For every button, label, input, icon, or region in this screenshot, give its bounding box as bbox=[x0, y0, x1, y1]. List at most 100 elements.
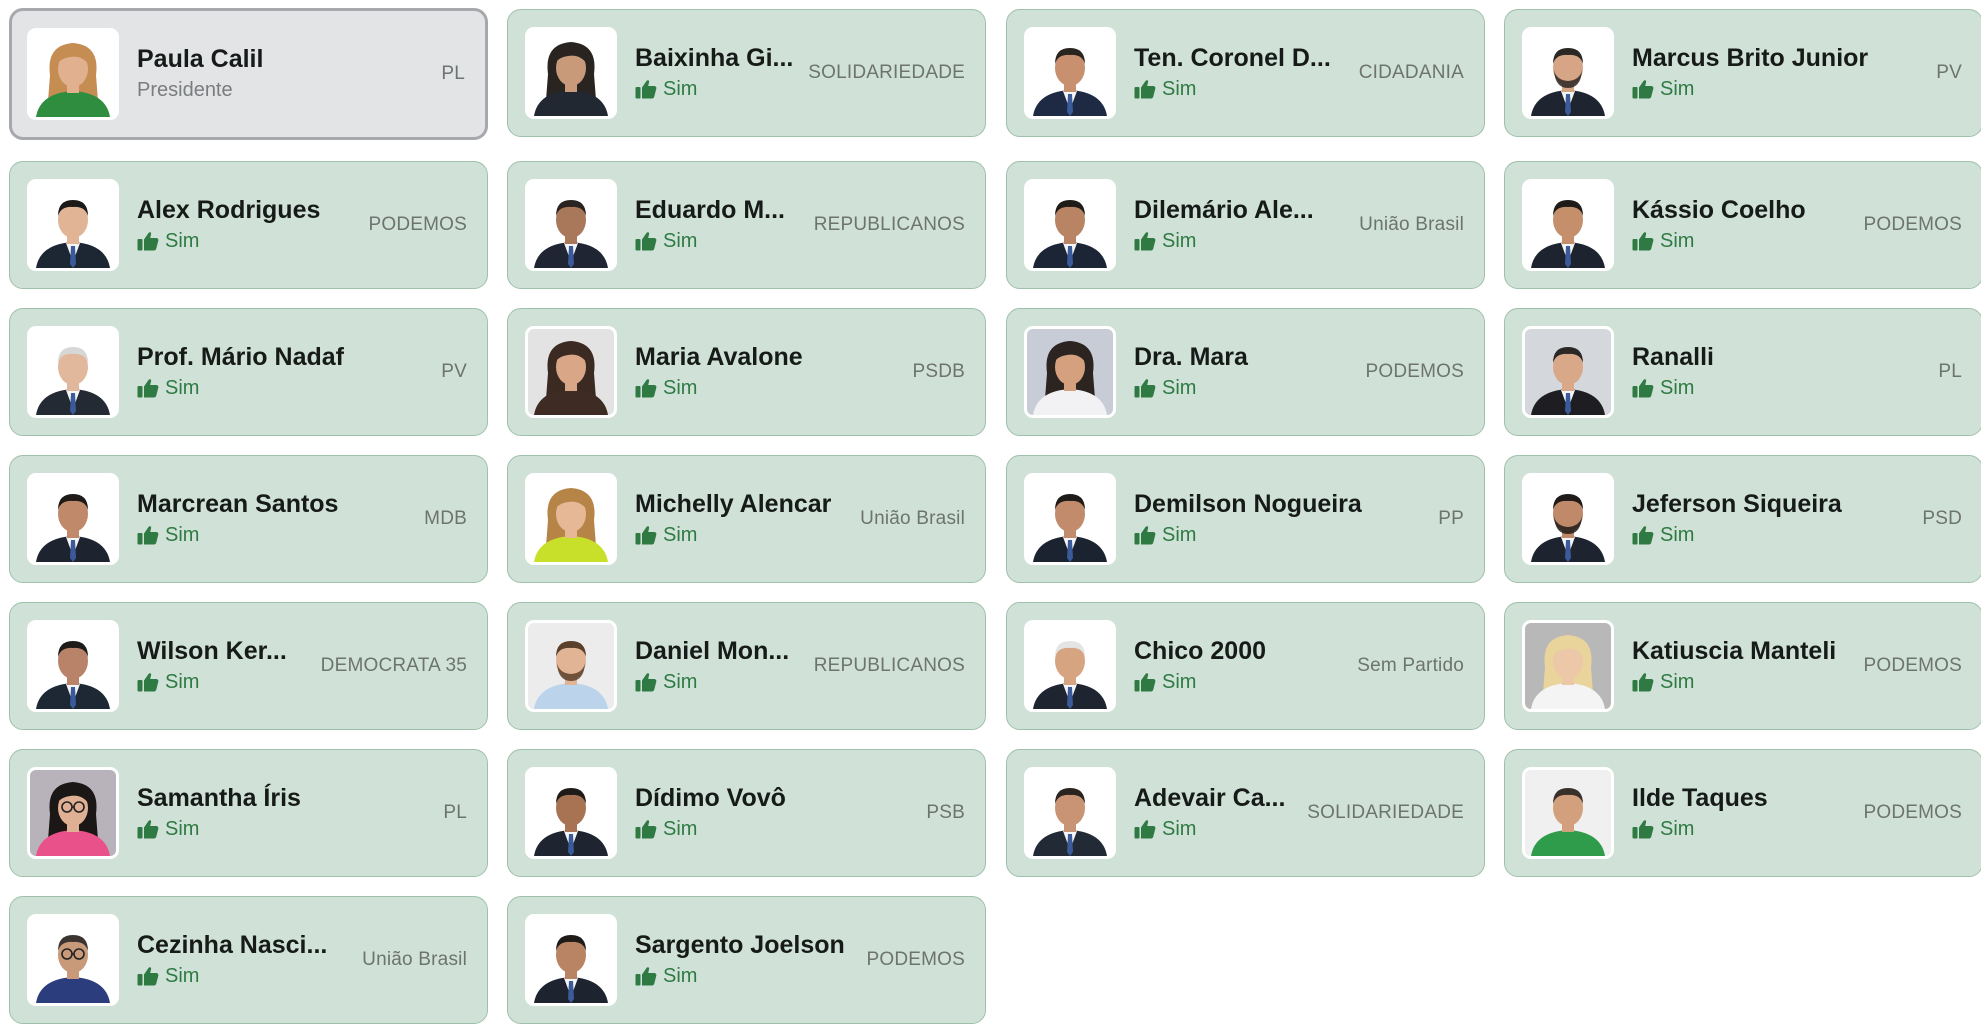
vote-status: Sim bbox=[137, 227, 360, 255]
member-info: Wilson Ker... Sim bbox=[137, 636, 313, 696]
member-info: Samantha Íris Sim bbox=[137, 783, 435, 843]
member-card[interactable]: Dídimo Vovô Sim PSB bbox=[507, 749, 986, 877]
member-name: Wilson Ker... bbox=[137, 637, 287, 665]
member-info: Adevair Ca... Sim bbox=[1134, 783, 1299, 843]
member-card[interactable]: Jeferson Siqueira Sim PSD bbox=[1504, 455, 1981, 583]
thumbs-up-icon bbox=[1134, 672, 1156, 692]
member-card[interactable]: Dra. Mara Sim PODEMOS bbox=[1006, 308, 1485, 436]
vote-status: Sim bbox=[635, 227, 806, 255]
member-party: PODEMOS bbox=[1863, 214, 1962, 235]
vote-label: Sim bbox=[1660, 818, 1695, 840]
vote-label: Sim bbox=[1660, 377, 1695, 399]
vote-label: Sim bbox=[663, 230, 698, 252]
member-card[interactable]: Ranalli Sim PL bbox=[1504, 308, 1981, 436]
member-info: Ilde Taques Sim bbox=[1632, 783, 1855, 843]
member-card[interactable]: Katiuscia Manteli Sim PODEMOS bbox=[1504, 602, 1981, 730]
member-name: Samantha Íris bbox=[137, 784, 301, 812]
vote-label: Sim bbox=[663, 377, 698, 399]
council-members-grid: Paula Calil Presidente PL Baixinha Gi... Sim… bbox=[0, 0, 1981, 1024]
member-card[interactable]: Paula Calil Presidente PL bbox=[9, 8, 488, 140]
member-party: DEMOCRATA 35 bbox=[320, 655, 467, 676]
member-party: SOLIDARIEDADE bbox=[1307, 802, 1464, 823]
member-photo bbox=[27, 326, 119, 418]
member-card[interactable]: Marcus Brito Junior Sim PV bbox=[1504, 9, 1981, 137]
thumbs-up-icon bbox=[137, 378, 159, 398]
vote-label: Sim bbox=[1162, 230, 1197, 252]
member-photo bbox=[27, 28, 119, 120]
member-party: PODEMOS bbox=[368, 214, 467, 235]
member-card[interactable]: Sargento Joelson Sim PODEMOS bbox=[507, 896, 986, 1024]
member-card[interactable]: Demilson Nogueira Sim PP bbox=[1006, 455, 1485, 583]
member-photo bbox=[1522, 620, 1614, 712]
vote-label: Sim bbox=[1660, 78, 1695, 100]
member-party: MDB bbox=[424, 508, 467, 529]
thumbs-up-icon bbox=[137, 672, 159, 692]
member-photo bbox=[1024, 27, 1116, 119]
member-card[interactable]: Maria Avalone Sim PSDB bbox=[507, 308, 986, 436]
thumbs-up-icon bbox=[137, 819, 159, 839]
member-info: Demilson Nogueira Sim bbox=[1134, 489, 1430, 549]
vote-status: Sim bbox=[635, 374, 904, 402]
member-name: Katiuscia Manteli bbox=[1632, 637, 1837, 665]
thumbs-up-icon bbox=[635, 378, 657, 398]
member-info: Cezinha Nasci... Sim bbox=[137, 930, 354, 990]
thumbs-up-icon bbox=[635, 525, 657, 545]
member-card[interactable]: Adevair Ca... Sim SOLIDARIEDADE bbox=[1006, 749, 1485, 877]
vote-status: Sim bbox=[1134, 227, 1351, 255]
member-name: Daniel Mon... bbox=[635, 637, 790, 665]
member-party: REPUBLICANOS bbox=[813, 655, 965, 676]
member-photo bbox=[1522, 27, 1614, 119]
member-card[interactable]: Prof. Mário Nadaf Sim PV bbox=[9, 308, 488, 436]
member-name: Kássio Coelho bbox=[1632, 196, 1806, 224]
vote-status: Sim bbox=[1632, 668, 1855, 696]
member-card[interactable]: Michelly Alencar Sim União Brasil bbox=[507, 455, 986, 583]
member-card[interactable]: Marcrean Santos Sim MDB bbox=[9, 455, 488, 583]
member-name: Demilson Nogueira bbox=[1134, 490, 1362, 518]
vote-status: Sim bbox=[137, 962, 354, 990]
member-photo bbox=[525, 179, 617, 271]
thumbs-up-icon bbox=[635, 819, 657, 839]
member-name: Cezinha Nasci... bbox=[137, 931, 328, 959]
member-card[interactable]: Ilde Taques Sim PODEMOS bbox=[1504, 749, 1981, 877]
thumbs-up-icon bbox=[1632, 525, 1654, 545]
member-photo bbox=[1024, 326, 1116, 418]
member-info: Alex Rodrigues Sim bbox=[137, 195, 360, 255]
vote-label: Sim bbox=[1162, 377, 1197, 399]
vote-label: Sim bbox=[663, 78, 698, 100]
thumbs-up-icon bbox=[1632, 378, 1654, 398]
thumbs-up-icon bbox=[1134, 525, 1156, 545]
member-card[interactable]: Ten. Coronel D... Sim CIDADANIA bbox=[1006, 9, 1485, 137]
member-card[interactable]: Dilemário Ale... Sim União Brasil bbox=[1006, 161, 1485, 289]
member-card[interactable]: Cezinha Nasci... Sim União Brasil bbox=[9, 896, 488, 1024]
thumbs-up-icon bbox=[1632, 672, 1654, 692]
vote-status: Sim bbox=[137, 668, 313, 696]
member-name: Maria Avalone bbox=[635, 343, 803, 371]
member-photo bbox=[525, 914, 617, 1006]
vote-label: Sim bbox=[1660, 671, 1695, 693]
member-photo bbox=[525, 27, 617, 119]
member-party: SOLIDARIEDADE bbox=[808, 62, 965, 83]
member-card[interactable]: Alex Rodrigues Sim PODEMOS bbox=[9, 161, 488, 289]
member-party: PL bbox=[1938, 361, 1962, 382]
member-party: PODEMOS bbox=[1365, 361, 1464, 382]
member-card[interactable]: Samantha Íris Sim PL bbox=[9, 749, 488, 877]
member-card[interactable]: Wilson Ker... Sim DEMOCRATA 35 bbox=[9, 602, 488, 730]
member-card[interactable]: Daniel Mon... Sim REPUBLICANOS bbox=[507, 602, 986, 730]
vote-label: Sim bbox=[663, 671, 698, 693]
member-name: Sargento Joelson bbox=[635, 931, 845, 959]
member-name: Michelly Alencar bbox=[635, 490, 832, 518]
member-name: Ranalli bbox=[1632, 343, 1714, 371]
vote-label: Sim bbox=[165, 377, 200, 399]
member-card[interactable]: Kássio Coelho Sim PODEMOS bbox=[1504, 161, 1981, 289]
member-party: PL bbox=[443, 802, 467, 823]
member-party: Sem Partido bbox=[1357, 655, 1464, 676]
member-card[interactable]: Chico 2000 Sim Sem Partido bbox=[1006, 602, 1485, 730]
thumbs-up-icon bbox=[635, 79, 657, 99]
member-info: Paula Calil Presidente bbox=[137, 44, 433, 104]
vote-label: Sim bbox=[663, 524, 698, 546]
member-party: PL bbox=[441, 63, 465, 84]
member-card[interactable]: Eduardo M... Sim REPUBLICANOS bbox=[507, 161, 986, 289]
member-card[interactable]: Baixinha Gi... Sim SOLIDARIEDADE bbox=[507, 9, 986, 137]
thumbs-up-icon bbox=[137, 525, 159, 545]
thumbs-up-icon bbox=[137, 966, 159, 986]
